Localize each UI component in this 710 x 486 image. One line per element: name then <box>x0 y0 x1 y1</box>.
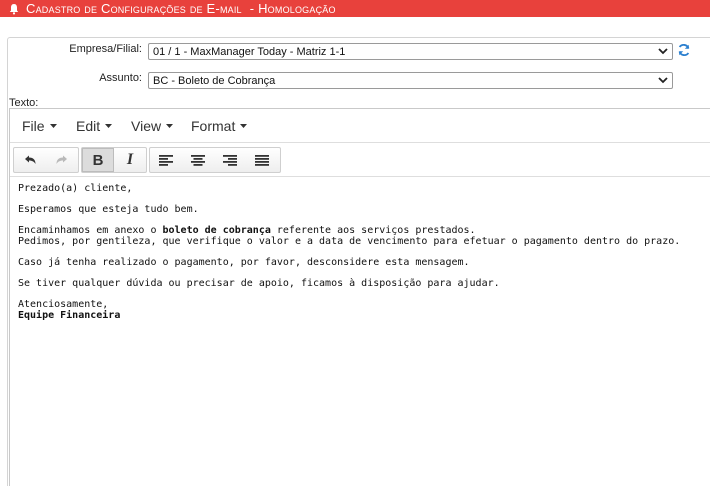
editor-toolbar: B I <box>10 143 710 177</box>
empresa-label: Empresa/Filial: <box>69 43 142 55</box>
empresa-value: 01 / 1 - MaxManager Today - Matriz 1-1 <box>153 45 346 58</box>
environment-label: - Homologação <box>249 1 336 16</box>
menu-file-label: File <box>22 118 45 134</box>
chevron-down-icon <box>656 74 670 88</box>
assunto-select[interactable]: BC - Boleto de Cobrança <box>148 72 673 89</box>
signature-text: Equipe Financeira <box>18 310 121 321</box>
align-center-icon[interactable] <box>182 148 214 172</box>
chevron-down-icon <box>656 45 670 59</box>
align-right-icon[interactable] <box>214 148 246 172</box>
bell-icon <box>8 3 20 15</box>
caret-down-icon <box>49 124 57 128</box>
align-group <box>149 147 281 173</box>
undo-icon[interactable] <box>14 148 46 172</box>
menu-view-label: View <box>131 118 162 134</box>
menu-view[interactable]: View <box>131 118 174 134</box>
caret-down-icon <box>166 124 174 128</box>
page-title: Cadastro de Configurações de E-mail <box>26 1 242 16</box>
attachment-line: Encaminhamos em anexo o boleto de cobran… <box>18 225 708 236</box>
menu-format[interactable]: Format <box>191 118 248 134</box>
menu-file[interactable]: File <box>22 118 57 134</box>
assunto-label: Assunto: <box>99 72 142 84</box>
closing-line: Atenciosamente, <box>18 299 109 310</box>
assunto-value: BC - Boleto de Cobrança <box>153 74 276 87</box>
redo-icon[interactable] <box>46 148 78 172</box>
menu-edit[interactable]: Edit <box>76 118 113 134</box>
align-left-icon[interactable] <box>150 148 182 172</box>
support-line: Se tiver qualquer dúvida ou precisar de … <box>18 278 500 289</box>
assunto-row: Assunto: <box>20 72 142 84</box>
signature-line: Equipe Financeira <box>18 310 708 321</box>
italic-icon[interactable]: I <box>114 148 146 172</box>
rich-text-editor: File Edit View Format B I Prezado(a) cli… <box>9 108 710 486</box>
empresa-row: Empresa/Filial: <box>20 43 142 55</box>
editor-content[interactable]: Prezado(a) cliente, Esperamos que esteja… <box>18 183 708 331</box>
align-justify-icon[interactable] <box>246 148 278 172</box>
wellbeing-line: Esperamos que esteja tudo bem. <box>18 204 199 215</box>
attachment-text-bold: boleto de cobrança <box>162 225 271 236</box>
menu-edit-label: Edit <box>76 118 101 134</box>
editor-menubar: File Edit View Format <box>10 109 710 143</box>
attachment-text-pre: Encaminhamos em anexo o <box>18 225 163 236</box>
attachment-text-post: referente aos serviços prestados. <box>270 225 476 236</box>
menu-format-label: Format <box>191 118 236 134</box>
refresh-icon[interactable] <box>677 43 691 57</box>
already-paid-line: Caso já tenha realizado o pagamento, por… <box>18 257 470 268</box>
verify-line: Pedimos, por gentileza, que verifique o … <box>18 236 681 247</box>
history-group <box>13 147 79 173</box>
empresa-select[interactable]: 01 / 1 - MaxManager Today - Matriz 1-1 <box>148 43 673 60</box>
greeting-line: Prezado(a) cliente, <box>18 183 133 194</box>
caret-down-icon <box>240 124 248 128</box>
caret-down-icon <box>105 124 113 128</box>
bold-icon[interactable]: B <box>82 148 114 172</box>
title-bar: Cadastro de Configurações de E-mail - Ho… <box>0 0 710 17</box>
format-group: B I <box>81 147 147 173</box>
